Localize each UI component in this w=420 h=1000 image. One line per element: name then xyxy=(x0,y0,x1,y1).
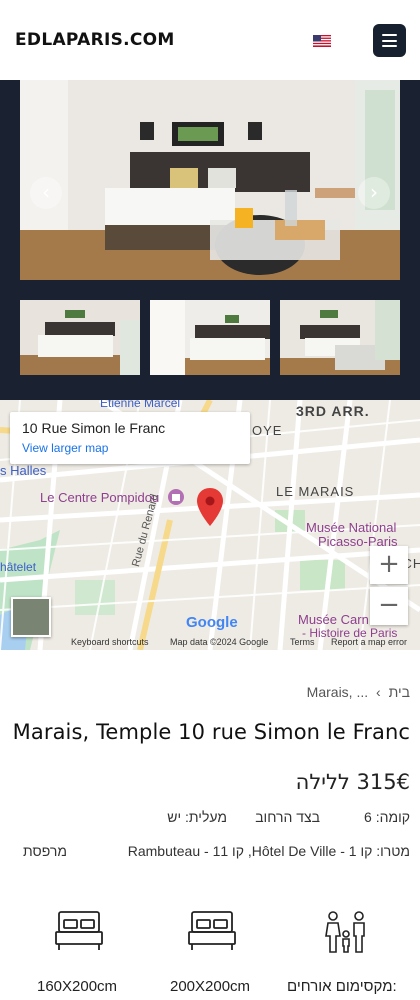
google-logo: Google xyxy=(186,614,238,631)
satellite-toggle-button[interactable] xyxy=(11,597,51,637)
map-label: LE MARAIS xyxy=(276,484,355,499)
balcony-info: מרפסת xyxy=(23,843,67,859)
us-flag-icon[interactable] xyxy=(313,35,331,47)
breadcrumb-current: Marais, ... xyxy=(306,684,369,700)
terms-link[interactable]: Terms xyxy=(290,637,315,647)
report-map-error-link[interactable]: Report a map error xyxy=(331,637,407,647)
double-bed-icon xyxy=(55,911,103,950)
map-label: OYE xyxy=(252,423,283,438)
zoom-in-button[interactable]: + xyxy=(370,546,408,584)
gallery-prev-button[interactable]: ‹ xyxy=(30,177,62,209)
bed-size-label: 160X200cm xyxy=(37,978,118,995)
hamburger-menu-icon[interactable] xyxy=(373,24,406,57)
map-footer: Keyboard shortcuts Map data ©2024 Google… xyxy=(0,635,420,650)
keyboard-shortcuts-link[interactable]: Keyboard shortcuts xyxy=(71,637,149,647)
site-logo[interactable]: EDLAPARIS.COM xyxy=(15,30,175,50)
gallery-next-button[interactable]: › xyxy=(358,177,390,209)
map-pin-icon[interactable] xyxy=(197,488,223,528)
map-label: Étienne Marcel xyxy=(100,400,181,410)
main-photo[interactable] xyxy=(20,80,400,280)
map-label: 3RD ARR. xyxy=(296,403,370,419)
metro-info: מטרו: קו 1 - Hôtel De Ville, קו 11 - Ram… xyxy=(127,843,410,859)
breadcrumb-home[interactable]: בית xyxy=(389,684,410,700)
gallery-thumbnail[interactable] xyxy=(280,300,400,375)
page-title: Marais, Temple 10 rue Simon le Franc xyxy=(12,720,410,744)
map-info-card: 10 Rue Simon le Franc View larger map xyxy=(10,412,250,464)
bed-size-label: 200X200cm xyxy=(170,978,251,995)
site-header: EDLAPARIS.COM xyxy=(0,0,420,80)
map-label: Musée National xyxy=(306,520,397,535)
map-label: Musée Carn xyxy=(298,612,369,627)
price-per-night: 315€ ללילה xyxy=(295,770,410,794)
floor-info: קומה: 6 xyxy=(364,809,410,825)
max-guests-label: מקסימום אורחים: xyxy=(287,978,397,995)
map-label: s Halles xyxy=(0,463,47,478)
zoom-out-button[interactable]: − xyxy=(370,587,408,625)
location-map[interactable]: Étienne Marcel 3RD ARR. OYE s Halles Le … xyxy=(0,400,420,650)
photo-gallery: ‹ › xyxy=(0,80,420,400)
street-side-info: בצד הרחוב xyxy=(255,809,320,825)
map-label: Le Centre Pompidou xyxy=(40,490,160,505)
double-bed-icon xyxy=(188,911,236,950)
map-place-name: 10 Rue Simon le Franc xyxy=(22,420,166,436)
map-data-text: Map data ©2024 Google xyxy=(170,637,269,647)
family-guests-icon xyxy=(325,911,365,953)
map-label: hâtelet xyxy=(0,560,37,574)
gallery-thumbnail[interactable] xyxy=(20,300,140,375)
museum-icon xyxy=(168,489,184,505)
elevator-info: מעלית: יש xyxy=(167,809,227,825)
breadcrumb: בית › Marais, ... xyxy=(307,684,410,700)
view-larger-map-link[interactable]: View larger map xyxy=(22,441,108,455)
gallery-thumbnail[interactable] xyxy=(150,300,270,375)
breadcrumb-separator: › xyxy=(376,684,381,700)
